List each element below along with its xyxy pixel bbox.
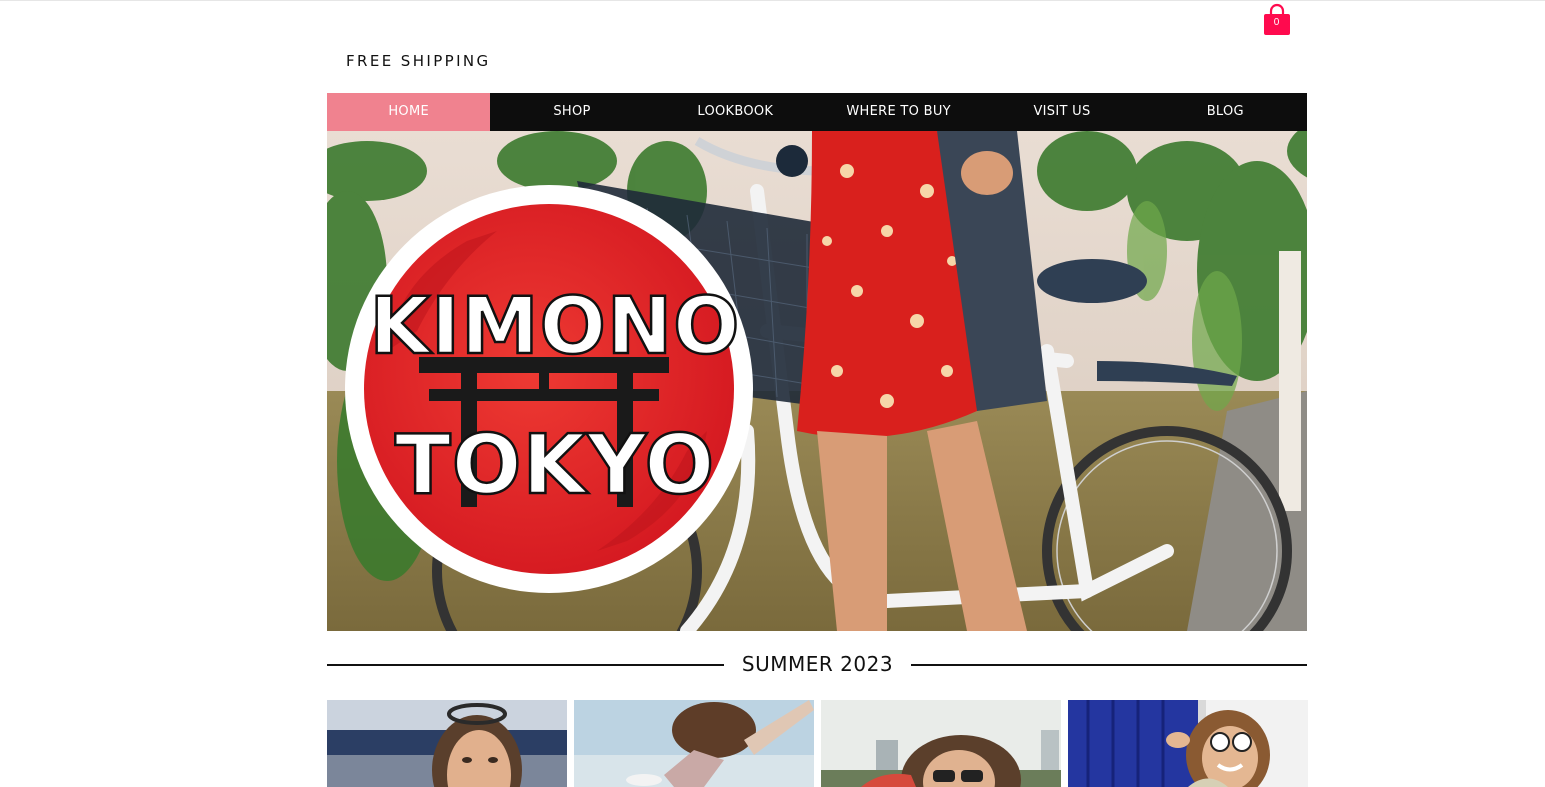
main-nav: HOME SHOP LOOKBOOK WHERE TO BUY VISIT US… [327, 93, 1307, 131]
nav-item-visit-us[interactable]: VISIT US [980, 93, 1143, 131]
gallery-thumb-4[interactable] [1068, 700, 1308, 787]
promo-text: FREE SHIPPING [346, 52, 491, 70]
nav-item-shop[interactable]: SHOP [490, 93, 653, 131]
product-gallery [327, 700, 1308, 787]
nav-item-where-to-buy[interactable]: WHERE TO BUY [817, 93, 980, 131]
hero-image: KIMONO TOKYO [327, 131, 1307, 631]
cart-button[interactable]: 0 [1263, 3, 1291, 37]
photo-woman-jumping [574, 700, 814, 787]
hero-banner: KIMONO TOKYO [327, 131, 1307, 631]
nav-item-blog[interactable]: BLOG [1144, 93, 1307, 131]
gallery-thumb-2[interactable] [574, 700, 814, 787]
photo-woman-white-sunglasses-blue-door [1068, 700, 1308, 787]
gallery-thumb-1[interactable] [327, 700, 567, 787]
photo-woman-sunglasses-city [821, 700, 1061, 787]
kimono-tokyo-logo: KIMONO TOKYO [345, 185, 753, 593]
photo-woman-sunglasses-on-head [327, 700, 567, 787]
top-border [0, 0, 1545, 1]
gallery-thumb-3[interactable] [821, 700, 1061, 787]
nav-item-lookbook[interactable]: LOOKBOOK [654, 93, 817, 131]
nav-item-home[interactable]: HOME [327, 93, 491, 131]
logo-line-2: TOKYO [395, 418, 715, 513]
logo-line-1: KIMONO [370, 282, 741, 372]
cart-count: 0 [1273, 17, 1280, 28]
section-title: SUMMER 2023 [741, 652, 894, 676]
section-divider-left [327, 664, 724, 666]
section-divider-right [911, 664, 1307, 666]
